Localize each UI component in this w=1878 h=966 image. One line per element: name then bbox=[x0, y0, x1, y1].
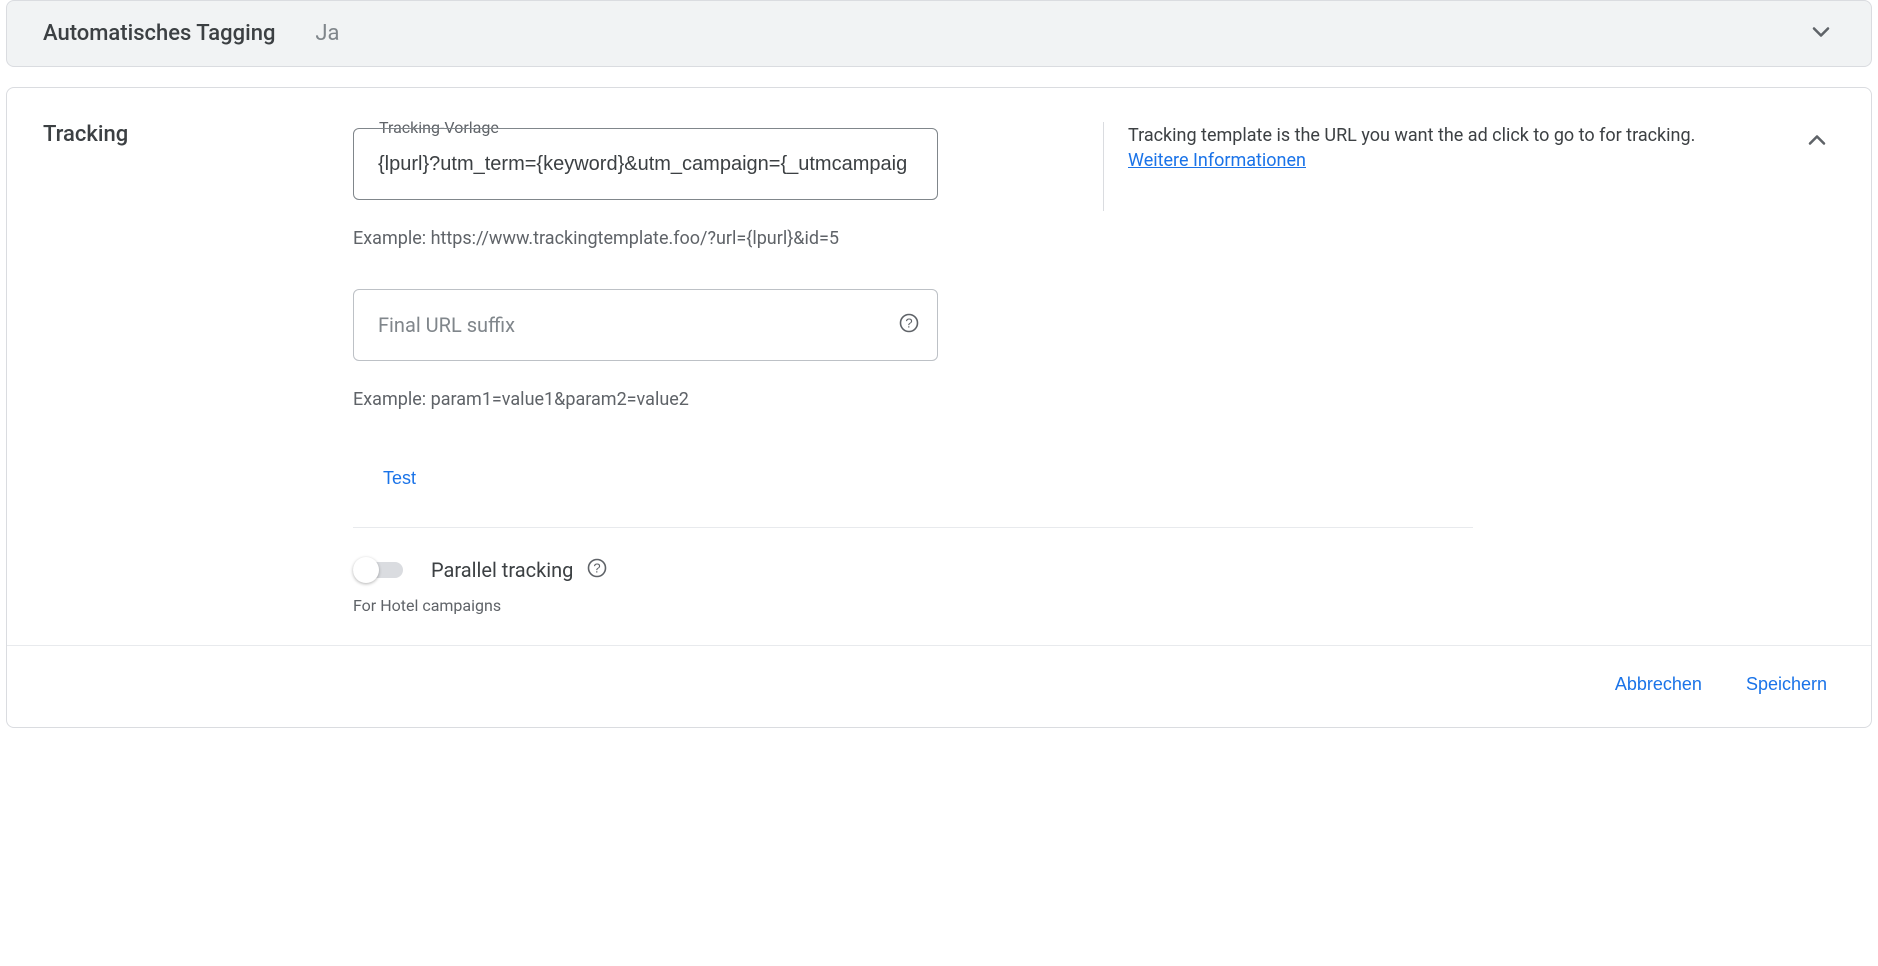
tracking-help-text: Tracking template is the URL you want th… bbox=[1128, 122, 1775, 150]
tracking-title: Tracking bbox=[43, 122, 353, 147]
tracking-template-input[interactable] bbox=[376, 152, 915, 177]
cancel-button[interactable]: Abbrechen bbox=[1611, 666, 1706, 703]
test-button[interactable]: Test bbox=[367, 460, 432, 497]
parallel-tracking-label: Parallel tracking bbox=[431, 558, 573, 582]
final-url-suffix-field-wrap: Final URL suffix ? bbox=[353, 289, 938, 361]
tracking-template-example: Example: https://www.trackingtemplate.fo… bbox=[353, 228, 1093, 249]
panel-footer: Abbrechen Speichern bbox=[7, 645, 1871, 727]
parallel-tracking-sub: For Hotel campaigns bbox=[353, 596, 1473, 615]
tracking-template-field-wrap: Tracking-Vorlage bbox=[353, 128, 938, 200]
svg-text:?: ? bbox=[905, 316, 912, 331]
final-url-suffix-example: Example: param1=value1&param2=value2 bbox=[353, 389, 1093, 410]
chevron-down-icon[interactable] bbox=[1801, 12, 1841, 56]
help-icon[interactable]: ? bbox=[899, 313, 919, 337]
save-button[interactable]: Speichern bbox=[1742, 666, 1831, 703]
parallel-tracking-toggle[interactable] bbox=[353, 558, 403, 582]
learn-more-link[interactable]: Weitere Informationen bbox=[1128, 150, 1306, 171]
auto-tagging-title: Automatisches Tagging bbox=[43, 21, 275, 46]
tracking-panel: Tracking Tracking-Vorlage Example: https… bbox=[6, 87, 1872, 728]
auto-tagging-value: Ja bbox=[315, 21, 339, 46]
auto-tagging-panel[interactable]: Automatisches Tagging Ja bbox=[6, 0, 1872, 67]
chevron-up-icon[interactable] bbox=[1799, 122, 1835, 162]
svg-text:?: ? bbox=[594, 561, 601, 576]
final-url-suffix-input[interactable] bbox=[376, 313, 915, 338]
help-icon[interactable]: ? bbox=[587, 558, 607, 582]
